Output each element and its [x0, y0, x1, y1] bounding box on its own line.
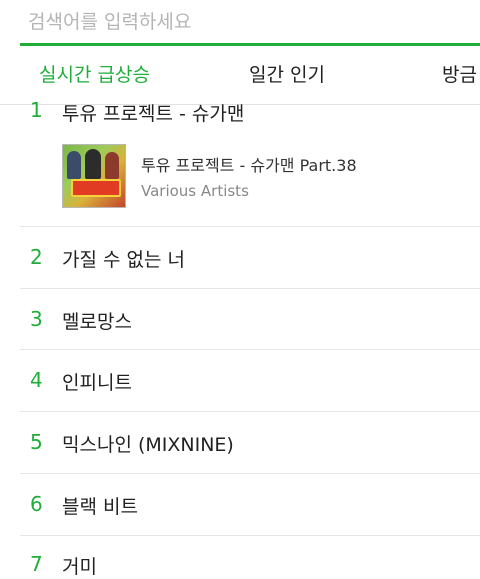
list-item[interactable]: 7 거미 — [20, 536, 480, 578]
rank-number: 5 — [30, 430, 43, 454]
album-artist: Various Artists — [141, 182, 249, 200]
item-title: 믹스나인 (MIXNINE) — [62, 434, 234, 456]
item-title: 블랙 비트 — [62, 496, 138, 518]
item-title: 인피니트 — [62, 372, 132, 394]
search-bar — [0, 0, 480, 46]
search-input[interactable] — [20, 0, 480, 43]
list-item[interactable]: 5 믹스나인 (MIXNINE) — [20, 412, 480, 474]
rank-number: 4 — [30, 368, 43, 392]
list-item[interactable]: 6 블랙 비트 — [20, 474, 480, 536]
tab-just-now[interactable]: 방금 — [442, 46, 477, 104]
item-title: 투유 프로젝트 - 슈가맨 — [62, 103, 245, 125]
rank-number: 2 — [30, 245, 43, 269]
list-item[interactable]: 3 멜로망스 — [20, 289, 480, 350]
album-art[interactable] — [62, 144, 126, 208]
rank-number: 3 — [30, 307, 43, 331]
tab-realtime-rising[interactable]: 실시간 급상승 — [39, 46, 150, 104]
list-item[interactable]: 4 인피니트 — [20, 350, 480, 412]
list-item[interactable]: 1 투유 프로젝트 - 슈가맨 투유 프로젝트 - 슈가맨 Part.38 Va… — [20, 98, 480, 227]
item-title: 가질 수 없는 너 — [62, 249, 185, 271]
rank-number: 6 — [30, 492, 43, 516]
album-title: 투유 프로젝트 - 슈가맨 Part.38 — [141, 156, 357, 175]
list-item[interactable]: 2 가질 수 없는 너 — [20, 227, 480, 289]
tab-bar: 실시간 급상승 일간 인기 방금 — [0, 46, 480, 105]
rank-number: 1 — [30, 98, 43, 122]
tab-daily-popular[interactable]: 일간 인기 — [249, 46, 325, 104]
rank-number: 7 — [30, 552, 43, 576]
item-title: 멜로망스 — [62, 311, 132, 333]
item-title: 거미 — [62, 556, 97, 578]
